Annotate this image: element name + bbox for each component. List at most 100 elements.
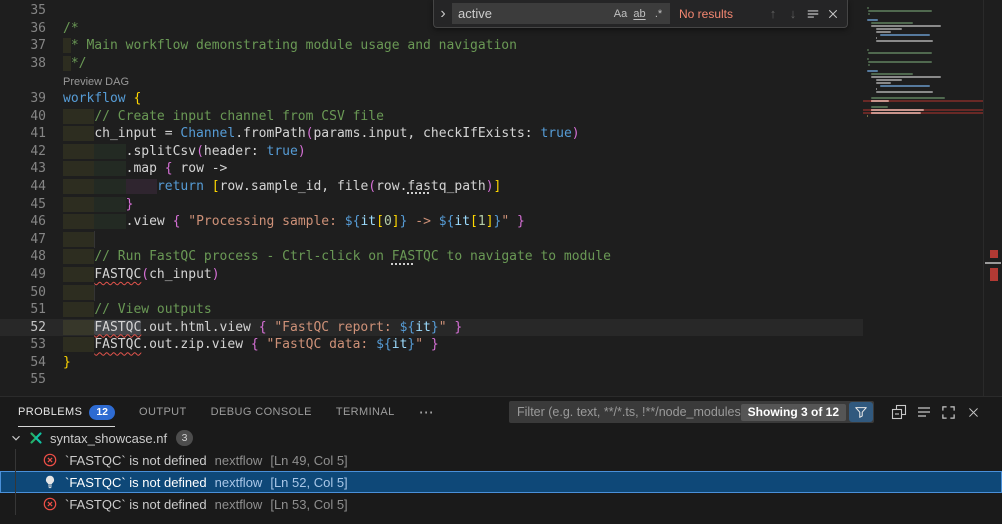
regex-toggle[interactable]: .* — [649, 4, 668, 23]
line-number: 44 — [0, 178, 63, 196]
match-case-toggle[interactable]: Aa — [611, 4, 630, 23]
problems-tree: syntax_showcase.nf 3 `FASTQC` is not def… — [0, 427, 1002, 515]
problem-source: nextflow — [215, 453, 263, 468]
close-find-button[interactable] — [823, 4, 843, 24]
line-number: 37 — [0, 37, 63, 55]
problem-message: `FASTQC` is not defined — [65, 453, 207, 468]
problem-row[interactable]: `FASTQC` is not defined nextflow [Ln 53, C… — [0, 493, 1002, 515]
lightbulb-icon — [42, 474, 58, 490]
vscode-window: 3536/*37 * Main workflow demonstrating m… — [0, 0, 1002, 524]
problem-message: `FASTQC` is not defined — [65, 497, 207, 512]
panel-tab-debug-console[interactable]: DEBUG CONSOLE — [211, 397, 312, 427]
error-mark — [990, 268, 998, 281]
line-number: 49 — [0, 266, 63, 284]
find-in-selection-button[interactable] — [803, 4, 823, 24]
line-number: 36 — [0, 20, 63, 38]
view-as-table-icon[interactable] — [911, 401, 936, 423]
line-number: 55 — [0, 371, 63, 389]
problem-message: `FASTQC` is not defined — [65, 475, 207, 490]
code-line: 51 // View outputs — [0, 301, 863, 319]
line-number: 40 — [0, 108, 63, 126]
find-widget: › Aa ab .* No results ↑ ↓ — [433, 0, 848, 28]
codelens-row: Preview DAG — [0, 72, 863, 90]
line-number — [0, 72, 63, 90]
chevron-down-icon[interactable] — [8, 430, 24, 446]
error-icon — [42, 452, 58, 468]
collapse-all-icon[interactable] — [886, 401, 911, 423]
whole-word-toggle[interactable]: ab — [630, 4, 649, 23]
line-number: 35 — [0, 2, 63, 20]
nextflow-file-icon — [28, 430, 44, 446]
error-icon — [42, 496, 58, 512]
code-line: 52 FASTQC.out.html.view { "FastQC report… — [0, 319, 863, 337]
problem-source: nextflow — [215, 475, 263, 490]
code-line: 48 // Run FastQC process - Ctrl-click on… — [0, 248, 863, 266]
code-line: 40 // Create input channel from CSV file — [0, 108, 863, 126]
find-results-status: No results — [679, 7, 733, 21]
file-problem-count-badge: 3 — [176, 430, 193, 446]
code-line: 45 } — [0, 196, 863, 214]
line-number: 51 — [0, 301, 63, 319]
problems-filter-box[interactable]: Filter (e.g. text, **/*.ts, !**/node_mod… — [509, 401, 874, 423]
line-number: 52 — [0, 319, 63, 337]
panel-tabs: PROBLEMS12 OUTPUT DEBUG CONSOLE TERMINAL — [18, 397, 419, 427]
line-number: 38 — [0, 55, 63, 73]
code-line: 50 — [0, 284, 863, 302]
line-number: 45 — [0, 196, 63, 214]
problem-source: nextflow — [215, 497, 263, 512]
code-line: 55 — [0, 371, 863, 389]
problem-rows: `FASTQC` is not defined nextflow [Ln 49, C… — [0, 449, 1002, 515]
filter-funnel-icon[interactable] — [849, 402, 873, 422]
bottom-panel: PROBLEMS12OUTPUTDEBUG CONSOLETERMINAL ⋯ … — [0, 396, 1002, 524]
line-number: 41 — [0, 125, 63, 143]
problem-row[interactable]: `FASTQC` is not defined nextflow [Ln 52, C… — [0, 471, 1002, 493]
find-input-box[interactable]: Aa ab .* — [452, 3, 670, 24]
line-number: 42 — [0, 143, 63, 161]
problems-count-badge: 12 — [89, 405, 115, 420]
code-line: 44 return [row.sample_id, file(row.fastq… — [0, 178, 863, 196]
code-line: 54} — [0, 354, 863, 372]
code-line: 37 * Main workflow demonstrating module … — [0, 37, 863, 55]
line-number: 46 — [0, 213, 63, 231]
line-number: 48 — [0, 248, 63, 266]
line-number: 43 — [0, 160, 63, 178]
toggle-replace-chevron-icon[interactable]: › — [434, 5, 452, 23]
problems-file-row[interactable]: syntax_showcase.nf 3 — [0, 427, 1002, 449]
panel-tab-problems[interactable]: PROBLEMS12 — [18, 397, 115, 427]
problem-location: [Ln 53, Col 5] — [270, 497, 347, 512]
code-lines: 3536/*37 * Main workflow demonstrating m… — [0, 0, 863, 389]
find-input[interactable] — [452, 6, 603, 21]
line-number: 53 — [0, 336, 63, 354]
code-line: 38 */ — [0, 55, 863, 73]
problem-row[interactable]: `FASTQC` is not defined nextflow [Ln 49, C… — [0, 449, 1002, 471]
codelens-preview-dag[interactable]: Preview DAG — [63, 76, 129, 88]
code-line: 47 — [0, 231, 863, 249]
find-toggles: Aa ab .* — [611, 3, 668, 24]
line-number: 50 — [0, 284, 63, 302]
next-match-button[interactable]: ↓ — [783, 4, 803, 24]
code-line: 46 .view { "Processing sample: ${it[0]} … — [0, 213, 863, 231]
line-number: 39 — [0, 90, 63, 108]
code-line: 53 FASTQC.out.zip.view { "FastQC data: $… — [0, 336, 863, 354]
showing-count-badge: Showing 3 of 12 — [741, 404, 846, 421]
maximize-panel-icon[interactable] — [936, 401, 961, 423]
previous-match-button[interactable]: ↑ — [763, 4, 783, 24]
panel-header: PROBLEMS12OUTPUTDEBUG CONSOLETERMINAL ⋯ … — [0, 397, 1002, 427]
panel-tab-terminal[interactable]: TERMINAL — [336, 397, 395, 427]
problem-location: [Ln 49, Col 5] — [270, 453, 347, 468]
code-line: 43 .map { row -> — [0, 160, 863, 178]
problem-location: [Ln 52, Col 5] — [270, 475, 347, 490]
panel-tab-output[interactable]: OUTPUT — [139, 397, 187, 427]
filter-placeholder: Filter (e.g. text, **/*.ts, !**/node_mod… — [517, 405, 741, 419]
error-mark — [990, 250, 998, 258]
line-number: 47 — [0, 231, 63, 249]
overview-ruler[interactable] — [983, 0, 1002, 396]
line-number: 54 — [0, 354, 63, 372]
current-line-mark — [985, 262, 1001, 264]
code-line: 39workflow { — [0, 90, 863, 108]
minimap[interactable] — [863, 0, 983, 396]
code-line: 42 .splitCsv(header: true) — [0, 143, 863, 161]
more-actions-icon[interactable]: ⋯ — [419, 403, 434, 421]
close-panel-icon[interactable] — [961, 401, 986, 423]
code-line: 49 FASTQC(ch_input) — [0, 266, 863, 284]
